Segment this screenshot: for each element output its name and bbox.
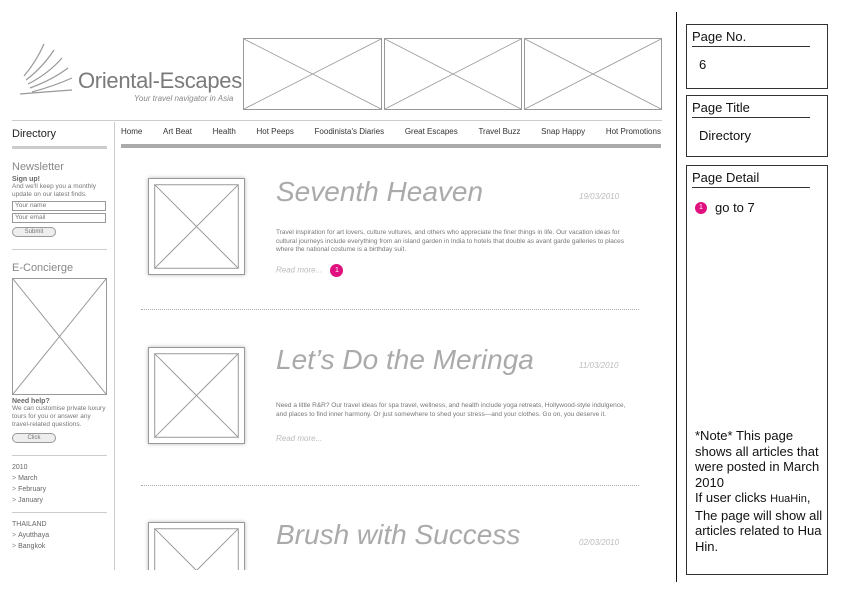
nav-item-hot-peeps[interactable]: Hot Peeps (256, 127, 293, 139)
nav-item-health[interactable]: Health (213, 127, 236, 139)
archive-item-february[interactable]: > February (12, 486, 107, 493)
nav-item-foodinistas-diaries[interactable]: Foodinista's Diaries (315, 127, 385, 139)
newsletter-email-input[interactable]: Your email (12, 213, 106, 223)
archive-item-march[interactable]: > March (12, 475, 107, 482)
chevron-right-icon: > (12, 543, 17, 550)
article-separator (141, 485, 639, 486)
banner-placeholder-1[interactable] (243, 38, 382, 110)
place-item-label: Bangkok (18, 543, 46, 550)
page-title-label: Page Title (692, 100, 810, 118)
logo-name: Oriental-Escapes (78, 68, 242, 93)
nav-item-travel-buzz[interactable]: Travel Buzz (478, 127, 520, 139)
concierge-help-title: Need help? (12, 398, 50, 405)
header-divider (12, 120, 662, 121)
note-text-2a: If user clicks (695, 490, 771, 505)
page-number-label: Page No. (692, 29, 810, 47)
read-more-label: Read more... (276, 265, 323, 275)
archive-item-label: March (18, 475, 38, 482)
article-date: 19/03/2010 (579, 192, 620, 201)
wireframe-page: Oriental-Escapes Your travel navigator i… (0, 0, 670, 570)
sidebar-divider (12, 512, 107, 513)
concierge-heading: E-Concierge (12, 262, 74, 274)
chevron-right-icon: > (12, 475, 17, 482)
page-number-box: Page No. 6 (686, 24, 828, 89)
banner-placeholder-3[interactable] (524, 38, 662, 110)
sidebar-title: Directory (12, 128, 57, 140)
detail-item-text: go to 7 (715, 200, 755, 215)
sidebar: Directory Newsletter Sign up! And we'll … (12, 122, 107, 550)
nav-item-home[interactable]: Home (121, 127, 142, 139)
archive-item-label: February (18, 486, 47, 493)
concierge-help-description: We can customise private luxury tours fo… (12, 405, 106, 428)
article-read-more-link[interactable]: Read more... 1 (276, 264, 344, 277)
places-heading: THAILAND (12, 521, 47, 528)
logo-fan-icon (19, 43, 73, 95)
article-title[interactable]: Brush with Success (276, 519, 520, 551)
newsletter-submit-button[interactable]: Submit (12, 227, 56, 237)
panel-divider (676, 12, 677, 582)
article-excerpt: Travel inspiration for art lovers, cultu… (276, 229, 624, 253)
archive-year: 2010 (12, 464, 28, 471)
archive-item-label: January (18, 497, 43, 504)
article-read-more-link[interactable]: Read more... (276, 434, 322, 443)
nav-item-hot-promotions[interactable]: Hot Promotions (606, 127, 661, 139)
nav-item-great-escapes[interactable]: Great Escapes (405, 127, 458, 139)
page-note: *Note* This page shows all articles that… (695, 428, 827, 554)
newsletter-description: And we'll keep you a monthly update on o… (12, 183, 96, 198)
chevron-right-icon: > (12, 486, 17, 493)
banner-placeholder-2[interactable] (384, 38, 522, 110)
article-thumbnail-placeholder[interactable] (148, 522, 245, 570)
article-date: 02/03/2010 (579, 538, 620, 547)
page-detail-box: Page Detail 1 go to 7 *Note* This page s… (686, 165, 828, 575)
logo-tagline: Your travel navigator in Asia (134, 94, 234, 103)
sidebar-divider (12, 455, 107, 456)
detail-item: 1 go to 7 (695, 200, 827, 215)
page-title-value: Directory (699, 128, 752, 143)
site-logo[interactable]: Oriental-Escapes Your travel navigator i… (14, 40, 244, 110)
archive-item-january[interactable]: > January (12, 497, 107, 504)
sidebar-title-bar (12, 146, 107, 149)
article-separator (141, 309, 639, 310)
sidebar-separator (114, 122, 115, 570)
place-item-label: Ayutthaya (18, 532, 50, 539)
page-title-box: Page Title Directory (686, 95, 828, 157)
main-nav: Home Art Beat Health Hot Peeps Foodinist… (121, 127, 661, 139)
article-card: Brush with Success 02/03/2010 (121, 505, 661, 570)
annotation-marker: 1 (330, 264, 344, 277)
article-card: Seventh Heaven 19/03/2010 Travel inspira… (121, 150, 661, 315)
nav-item-art-beat[interactable]: Art Beat (163, 127, 192, 139)
page-number-value: 6 (699, 57, 707, 72)
article-title[interactable]: Let’s Do the Meringa (276, 344, 534, 376)
newsletter-heading: Newsletter (12, 161, 64, 173)
article-date: 11/03/2010 (579, 361, 619, 370)
concierge-image-placeholder (12, 278, 107, 395)
page-detail-label: Page Detail (692, 170, 810, 188)
nav-underline (121, 144, 661, 148)
place-item-ayutthaya[interactable]: > Ayutthaya (12, 532, 107, 539)
article-title[interactable]: Seventh Heaven (276, 176, 483, 208)
note-text-1: *Note* This page shows all articles that… (695, 428, 820, 490)
newsletter-name-input[interactable]: Your name (12, 201, 106, 211)
concierge-click-button[interactable]: Click (12, 433, 56, 443)
chevron-right-icon: > (12, 497, 17, 504)
sidebar-divider (12, 249, 107, 250)
annotation-marker: 1 (695, 201, 707, 214)
note-text-2b: HuaHin (770, 493, 807, 505)
newsletter-signup-label: Sign up! (12, 176, 40, 183)
article-thumbnail-placeholder[interactable] (148, 178, 245, 275)
article-thumbnail-placeholder[interactable] (148, 347, 245, 444)
article-card: Let’s Do the Meringa 11/03/2010 Need a l… (121, 324, 661, 489)
article-excerpt: Need a little R&R? Our travel ideas for … (276, 402, 626, 418)
chevron-right-icon: > (12, 532, 17, 539)
place-item-bangkok[interactable]: > Bangkok (12, 543, 107, 550)
nav-item-snap-happy[interactable]: Snap Happy (541, 127, 585, 139)
